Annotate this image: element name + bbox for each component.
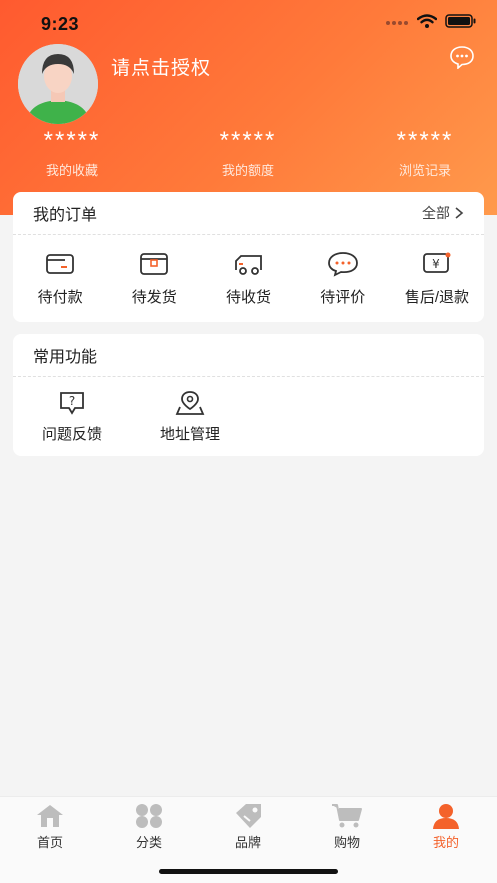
- orders-card: 我的订单 全部 待付款 待发货 待收货 待评价 ¥ 售后/退款: [13, 192, 484, 322]
- order-after-sales[interactable]: ¥ 售后/退款: [390, 250, 484, 307]
- orders-row: 待付款 待发货 待收货 待评价 ¥ 售后/退款: [13, 235, 484, 321]
- tab-label: 分类: [135, 835, 162, 850]
- tab-label: 品牌: [234, 835, 261, 850]
- functions-card: 常用功能 ? 问题反馈 地址管理: [13, 334, 484, 456]
- tab-home[interactable]: 首页: [10, 803, 90, 851]
- stat-history[interactable]: ***** 浏览记录: [365, 128, 485, 179]
- package-icon: [138, 250, 170, 278]
- tag-icon: [208, 803, 288, 829]
- tab-category[interactable]: 分类: [109, 803, 189, 851]
- order-label: 待发货: [131, 288, 177, 306]
- svg-text:?: ?: [69, 394, 75, 408]
- battery-icon: [445, 14, 476, 28]
- tab-label: 购物: [333, 835, 360, 850]
- stat-label: 我的收藏: [45, 163, 98, 178]
- orders-title: 我的订单: [33, 207, 98, 224]
- wallet-icon: [44, 250, 76, 278]
- functions-title: 常用功能: [33, 349, 98, 366]
- avatar[interactable]: [18, 44, 98, 124]
- stats-row: ***** 我的收藏 ***** 我的额度 ***** 浏览记录: [0, 128, 497, 188]
- chevron-right-icon: [455, 207, 464, 219]
- user-icon: [406, 803, 486, 829]
- svg-text:¥: ¥: [432, 257, 440, 271]
- functions-header: 常用功能: [13, 334, 484, 377]
- order-label: 售后/退款: [404, 288, 469, 306]
- status-bar: 9:23: [0, 0, 497, 46]
- function-label: 地址管理: [159, 426, 220, 443]
- refund-icon: ¥: [421, 250, 453, 278]
- truck-icon: [233, 250, 265, 278]
- order-label: 待收货: [226, 288, 272, 306]
- order-pending-receipt[interactable]: 待收货: [201, 250, 295, 307]
- tab-label: 首页: [36, 835, 63, 850]
- tab-mine[interactable]: 我的: [406, 803, 486, 851]
- tab-label: 我的: [432, 835, 459, 850]
- order-label: 待评价: [320, 288, 366, 306]
- home-indicator: [159, 869, 338, 874]
- signal-icon: [386, 21, 408, 25]
- stat-value: *****: [219, 127, 277, 154]
- comment-icon: [327, 250, 359, 278]
- question-icon: ?: [57, 389, 87, 417]
- home-icon: [10, 803, 90, 829]
- order-pending-review[interactable]: 待评价: [296, 250, 390, 307]
- wifi-icon: [417, 14, 437, 28]
- stat-label: 我的额度: [221, 163, 274, 178]
- stat-label: 浏览记录: [398, 163, 451, 178]
- order-label: 待付款: [37, 288, 83, 306]
- orders-all-link[interactable]: 全部: [422, 203, 464, 223]
- orders-header: 我的订单 全部: [13, 192, 484, 235]
- message-icon[interactable]: [449, 45, 475, 74]
- category-icon: [109, 803, 189, 829]
- status-time: 9:23: [41, 14, 80, 34]
- auth-prompt[interactable]: 请点击授权: [111, 53, 211, 80]
- tab-brand[interactable]: 品牌: [208, 803, 288, 851]
- stat-value: *****: [396, 127, 454, 154]
- orders-all-label: 全部: [422, 205, 450, 221]
- stat-favorites[interactable]: ***** 我的收藏: [12, 128, 132, 179]
- stat-quota[interactable]: ***** 我的额度: [188, 128, 308, 179]
- function-address[interactable]: 地址管理: [151, 389, 229, 444]
- order-pending-shipment[interactable]: 待发货: [107, 250, 201, 307]
- function-label: 问题反馈: [41, 426, 102, 443]
- stat-value: *****: [43, 127, 101, 154]
- order-pending-payment[interactable]: 待付款: [13, 250, 107, 307]
- cart-icon: [307, 803, 387, 829]
- functions-row: ? 问题反馈 地址管理: [13, 377, 484, 456]
- tab-cart[interactable]: 购物: [307, 803, 387, 851]
- function-feedback[interactable]: ? 问题反馈: [33, 389, 111, 444]
- status-icons: [385, 14, 477, 28]
- location-icon: [175, 389, 205, 417]
